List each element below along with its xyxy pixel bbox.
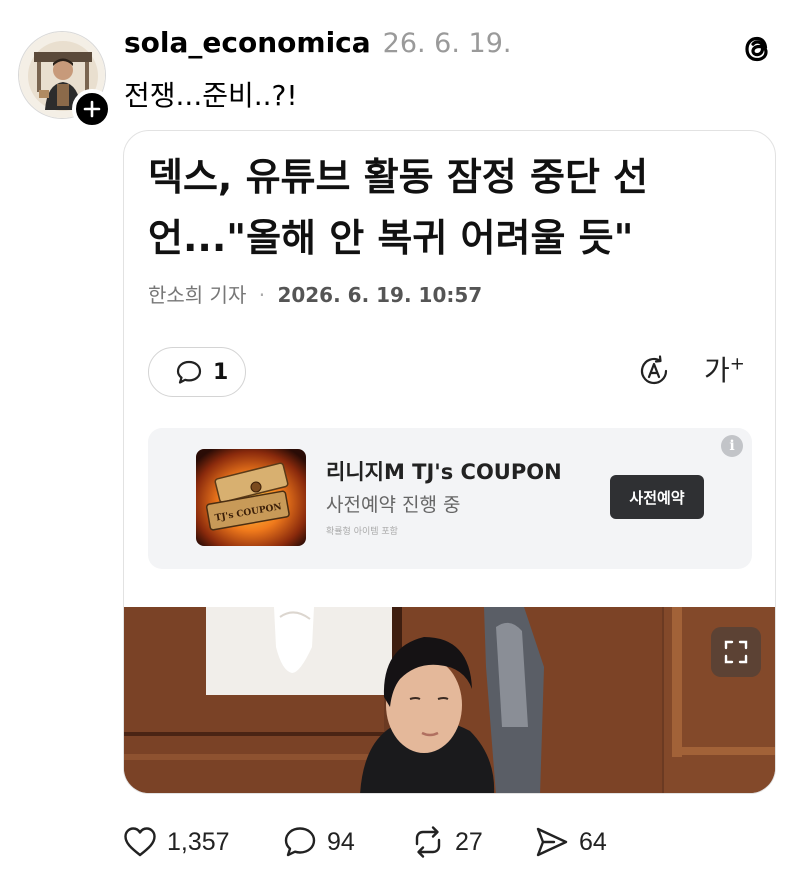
comment-icon (284, 827, 316, 857)
fullscreen-button[interactable] (711, 627, 761, 677)
follow-button[interactable] (72, 89, 112, 129)
tts-icon[interactable] (636, 353, 672, 389)
video-frame (124, 607, 775, 793)
post-actions: 1,357 94 27 64 (122, 822, 682, 862)
plus-icon (83, 100, 101, 118)
threads-logo-icon[interactable] (738, 30, 776, 68)
ad-cta-button[interactable]: 사전예약 (610, 475, 704, 519)
post-text: 전쟁...준비..?! (124, 79, 298, 112)
link-preview-card[interactable]: 덱스, 유튜브 활동 잠정 중단 선언..."올해 안 복귀 어려울 듯" 한소… (123, 130, 776, 794)
comment-count: 94 (327, 827, 355, 856)
published-time: 2026. 6. 19. 10:57 (277, 283, 483, 307)
byline-separator: · (258, 283, 266, 307)
heart-icon (124, 827, 156, 857)
font-size-plus: + (729, 353, 745, 375)
like-count: 1,357 (167, 827, 230, 856)
article-comment-count: 1 (213, 359, 229, 385)
like-button[interactable]: 1,357 (122, 822, 230, 862)
share-count: 64 (579, 827, 607, 856)
info-icon[interactable]: i (721, 435, 743, 457)
ad-subtitle: 사전예약 진행 중 (326, 494, 461, 516)
comment-button[interactable]: 94 (282, 822, 355, 862)
ad-note: 확률형 아이템 포함 (326, 527, 398, 537)
post-header: sola_economica 26. 6. 19. (124, 26, 511, 59)
article-comment-button[interactable]: 1 (148, 347, 246, 397)
repost-button[interactable]: 27 (410, 822, 483, 862)
repost-icon (415, 826, 441, 858)
fullscreen-icon (724, 640, 748, 664)
ad-banner[interactable]: i TJ's COUPON 리니지M TJ's COUPON 사전예약 진행 중… (148, 428, 752, 569)
ad-image: TJ's COUPON (196, 449, 306, 546)
post-date: 26. 6. 19. (382, 28, 512, 59)
article-headline: 덱스, 유튜브 활동 잠정 중단 선언..."올해 안 복귀 어려울 듯" (148, 155, 649, 260)
article-byline: 한소희 기자 · 2026. 6. 19. 10:57 (148, 279, 482, 308)
ad-title: 리니지M TJ's COUPON (326, 460, 562, 484)
video-thumbnail[interactable] (124, 607, 775, 793)
username[interactable]: sola_economica (124, 26, 371, 59)
share-icon (536, 827, 568, 857)
speech-bubble-icon (176, 360, 202, 384)
share-button[interactable]: 64 (534, 822, 607, 862)
font-size-label: 가 (704, 354, 730, 387)
font-size-icon[interactable]: 가+ (704, 349, 745, 389)
reporter-name: 한소희 기자 (148, 283, 247, 307)
repost-count: 27 (455, 827, 483, 856)
